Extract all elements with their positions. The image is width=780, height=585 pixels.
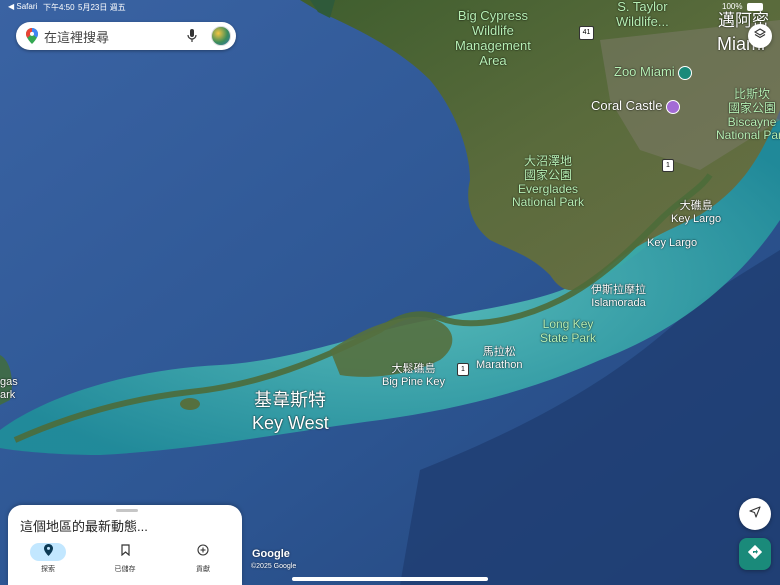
add-circle-icon (197, 543, 209, 561)
home-indicator[interactable] (292, 577, 488, 581)
copyright-text: ©2025 Google (251, 563, 297, 570)
bookmark-icon (120, 543, 130, 561)
my-location-button[interactable] (739, 498, 771, 530)
satellite-map[interactable] (0, 0, 780, 585)
map-label-long-key[interactable]: Long Key State Park (540, 317, 596, 346)
tab-saved-label: 已儲存 (114, 566, 136, 573)
map-label-key-largo-zh[interactable]: 大礁島 Key Largo (671, 200, 721, 225)
layers-icon (753, 27, 767, 45)
navigation-arrow-icon (749, 505, 761, 523)
tab-explore[interactable]: 探索 (18, 543, 78, 581)
maps-pin-icon (26, 28, 38, 44)
tab-explore-highlight (30, 543, 66, 561)
map-label-zoo-miami[interactable]: Zoo Miami (614, 64, 693, 80)
highway-shield-1-north: 1 (662, 159, 674, 172)
tab-contribute-icon-wrap (185, 543, 221, 561)
map-label-marathon[interactable]: 馬拉松 Marathon (476, 346, 522, 371)
tab-saved-icon-wrap (107, 543, 143, 561)
search-input[interactable]: 在這裡搜尋 (44, 27, 187, 46)
map-label-key-west[interactable]: Key West (252, 413, 329, 434)
map-label-big-cypress[interactable]: Big Cypress Wildlife Management Area (455, 8, 531, 69)
zoo-poi-icon (678, 65, 693, 80)
shield-1b-text: 1 (461, 366, 465, 373)
layers-button[interactable] (748, 24, 772, 48)
status-back-link[interactable]: ◀ Safari (8, 2, 37, 11)
zoo-miami-text: Zoo Miami (614, 64, 675, 79)
map-label-big-pine-key[interactable]: 大鬆礁島 Big Pine Key (382, 363, 445, 388)
avatar[interactable] (211, 26, 231, 46)
explore-bottom-sheet[interactable]: 這個地區的最新動態... 探索 已儲存 貢獻 (8, 505, 242, 585)
status-time: 下午4:50 (43, 3, 75, 12)
google-logo: Google (252, 548, 290, 560)
shield-1a-text: 1 (666, 162, 670, 169)
location-pin-icon (43, 543, 53, 561)
map-label-key-west-zh[interactable]: 基韋斯特 (254, 390, 326, 411)
map-label-coral-castle[interactable]: Coral Castle (591, 98, 681, 114)
directions-button[interactable] (739, 538, 771, 570)
map-label-partial-left[interactable]: gas ark (0, 376, 18, 401)
map-label-key-largo[interactable]: Key Largo (647, 237, 697, 250)
microphone-icon[interactable] (187, 29, 197, 43)
status-battery: 100% (722, 2, 763, 11)
status-date: 5月23日 週五 (78, 3, 126, 12)
coral-castle-text: Coral Castle (591, 98, 663, 113)
landmark-poi-icon (666, 99, 681, 114)
map-label-s-taylor[interactable]: S. Taylor Wildlife... (616, 0, 669, 30)
highway-shield-1-south: 1 (457, 363, 469, 376)
map-label-biscayne[interactable]: 比斯坎 國家公園 Biscayne National Park (716, 87, 780, 143)
tab-contribute[interactable]: 貢獻 (173, 543, 233, 581)
battery-percent: 100% (722, 2, 743, 11)
sheet-drag-handle[interactable] (116, 509, 138, 512)
tab-saved[interactable]: 已儲存 (95, 543, 155, 581)
directions-icon (747, 544, 763, 564)
map-label-everglades[interactable]: 大沼澤地 國家公園 Everglades National Park (512, 154, 584, 210)
tab-contribute-label: 貢獻 (196, 566, 210, 573)
sheet-title: 這個地區的最新動態... (20, 519, 148, 534)
map-label-islamorada[interactable]: 伊斯拉摩拉 Islamorada (591, 284, 646, 309)
battery-icon (746, 2, 763, 11)
search-bar[interactable]: 在這裡搜尋 (16, 22, 236, 50)
tab-explore-label: 探索 (41, 566, 55, 573)
shield-41-text: 41 (582, 29, 591, 36)
highway-shield-41: 41 (579, 26, 594, 40)
